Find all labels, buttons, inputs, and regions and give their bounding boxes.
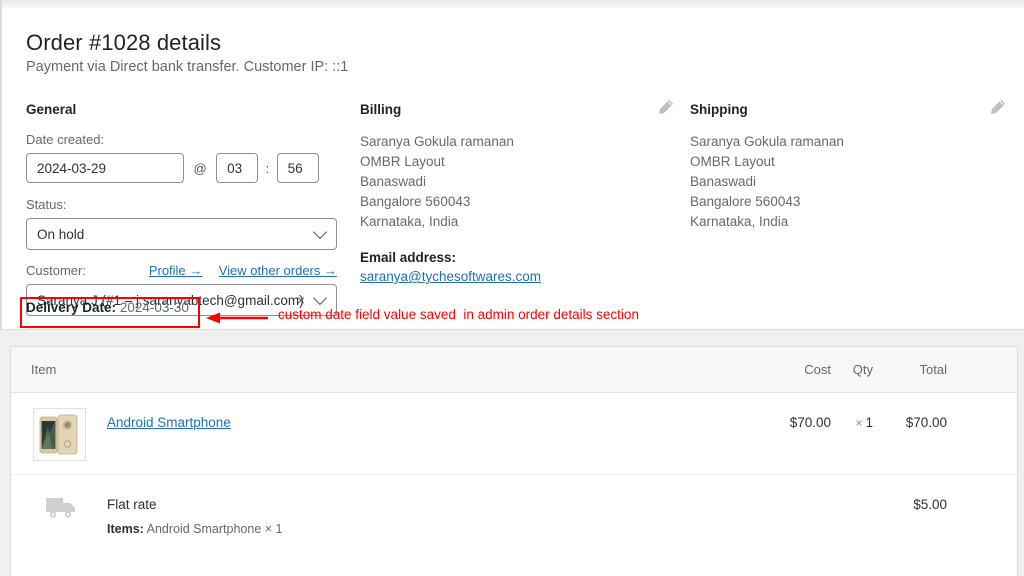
hour-input[interactable]: 03: [216, 153, 258, 183]
truck-icon: [45, 495, 77, 521]
chevron-down-icon: [313, 291, 327, 305]
chevron-down-icon: [313, 225, 327, 239]
customer-links: Profile → View other orders →: [137, 262, 337, 280]
date-created-input[interactable]: 2024-03-29: [26, 153, 184, 183]
annotation-text: custom date field value saved in admin o…: [278, 307, 639, 322]
profile-link[interactable]: Profile →: [149, 263, 202, 278]
view-other-orders-link[interactable]: View other orders →: [219, 263, 337, 278]
status-label: Status:: [26, 197, 346, 213]
billing-section: Billing Saranya Gokula ramanan OMBR Layo…: [360, 102, 680, 284]
item-total: $70.00: [879, 415, 947, 430]
annotation-arrow-icon: [204, 312, 270, 324]
email-address-label: Email address:: [360, 249, 680, 267]
shipping-heading: Shipping: [690, 102, 1010, 118]
customer-label: Customer:: [26, 263, 86, 279]
shipping-items-list: Items: Android Smartphone × 1: [107, 522, 282, 536]
at-separator: @: [193, 161, 206, 176]
page-title: Order #1028 details: [26, 30, 221, 56]
delivery-date-value: 2024-03-30: [120, 300, 189, 315]
order-items-panel: Item Cost Qty Total Android Smartp: [10, 346, 1018, 576]
product-name-link[interactable]: Android Smartphone: [107, 415, 231, 430]
table-row[interactable]: Android Smartphone $70.00 ×1 $70.00: [11, 393, 1017, 475]
delivery-date-field: Delivery Date: 2024-03-30: [26, 300, 189, 315]
product-thumbnail[interactable]: [33, 408, 86, 461]
shipping-total: $5.00: [879, 497, 947, 512]
shipping-line-row[interactable]: Flat rate Items: Android Smartphone × 1 …: [11, 475, 1017, 555]
general-section: General Date created: 2024-03-29 @ 03 : …: [26, 102, 346, 316]
delivery-date-label: Delivery Date:: [26, 300, 116, 315]
qty-value: 1: [865, 415, 873, 430]
date-created-row: 2024-03-29 @ 03 : 56: [26, 153, 346, 183]
order-details-screen: Order #1028 details Payment via Direct b…: [0, 0, 1024, 576]
shipping-section: Shipping Saranya Gokula ramanan OMBR Lay…: [690, 102, 1010, 232]
date-created-label: Date created:: [26, 132, 346, 148]
column-header-total: Total: [881, 362, 947, 377]
shipping-items-value: Android Smartphone × 1: [147, 522, 283, 536]
edit-billing-pencil-icon[interactable]: [658, 99, 674, 115]
edit-shipping-pencil-icon[interactable]: [990, 99, 1006, 115]
item-cost: $70.00: [771, 415, 831, 430]
order-details-panel: Order #1028 details Payment via Direct b…: [2, 8, 1024, 330]
customer-label-row: Customer: Profile → View other orders →: [26, 262, 337, 280]
items-table-header: Item Cost Qty Total: [11, 347, 1017, 393]
general-heading: General: [26, 102, 346, 118]
minute-input[interactable]: 56: [277, 153, 319, 183]
colon-separator: :: [266, 161, 270, 176]
order-subtitle: Payment via Direct bank transfer. Custom…: [26, 59, 348, 75]
column-header-cost: Cost: [779, 362, 831, 377]
item-qty: ×1: [835, 415, 873, 430]
column-header-qty: Qty: [839, 362, 873, 377]
billing-email-link[interactable]: saranya@tychesoftwares.com: [360, 269, 680, 284]
shipping-method-name: Flat rate: [107, 497, 157, 512]
billing-heading: Billing: [360, 102, 680, 118]
shipping-items-label: Items:: [107, 522, 144, 536]
qty-multiplier: ×: [855, 416, 862, 430]
clear-customer-icon[interactable]: ×: [297, 293, 305, 307]
order-status-value: On hold: [37, 227, 84, 242]
column-header-item: Item: [31, 362, 56, 377]
shipping-address: Saranya Gokula ramanan OMBR Layout Banas…: [690, 132, 1010, 232]
billing-address: Saranya Gokula ramanan OMBR Layout Banas…: [360, 132, 680, 232]
order-status-select[interactable]: On hold: [26, 218, 337, 250]
